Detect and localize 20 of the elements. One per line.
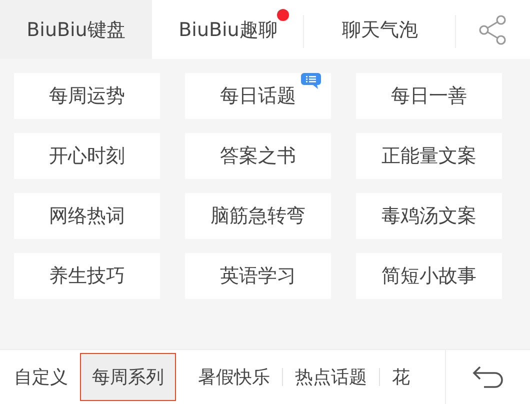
topic-button[interactable]: 开心时刻 — [14, 133, 160, 179]
topic-button[interactable]: 网络热词 — [14, 193, 160, 239]
category-tab[interactable]: 暑假快乐 — [186, 353, 282, 401]
topic-button[interactable]: 正能量文案 — [356, 133, 502, 179]
category-tab[interactable]: 自定义 — [2, 353, 80, 401]
topic-button[interactable]: 每日话题 — [185, 73, 331, 119]
share-icon[interactable] — [478, 14, 508, 46]
top-tab[interactable]: BiuBiu键盘 — [0, 0, 152, 59]
topic-button[interactable]: 英语学习 — [185, 253, 331, 299]
topic-button[interactable]: 养生技巧 — [14, 253, 160, 299]
category-tab[interactable]: 花 — [380, 353, 422, 401]
topic-button[interactable]: 每周运势 — [14, 73, 160, 119]
topic-button[interactable]: 毒鸡汤文案 — [356, 193, 502, 239]
topic-button[interactable]: 答案之书 — [185, 133, 331, 179]
topic-button[interactable]: 脑筋急转弯 — [185, 193, 331, 239]
category-tab[interactable]: 每周系列 — [80, 353, 176, 401]
category-tab[interactable]: 热点话题 — [283, 353, 379, 401]
topic-button[interactable]: 简短小故事 — [356, 253, 502, 299]
back-icon[interactable] — [472, 365, 504, 389]
topic-button[interactable]: 每日一善 — [356, 73, 502, 119]
